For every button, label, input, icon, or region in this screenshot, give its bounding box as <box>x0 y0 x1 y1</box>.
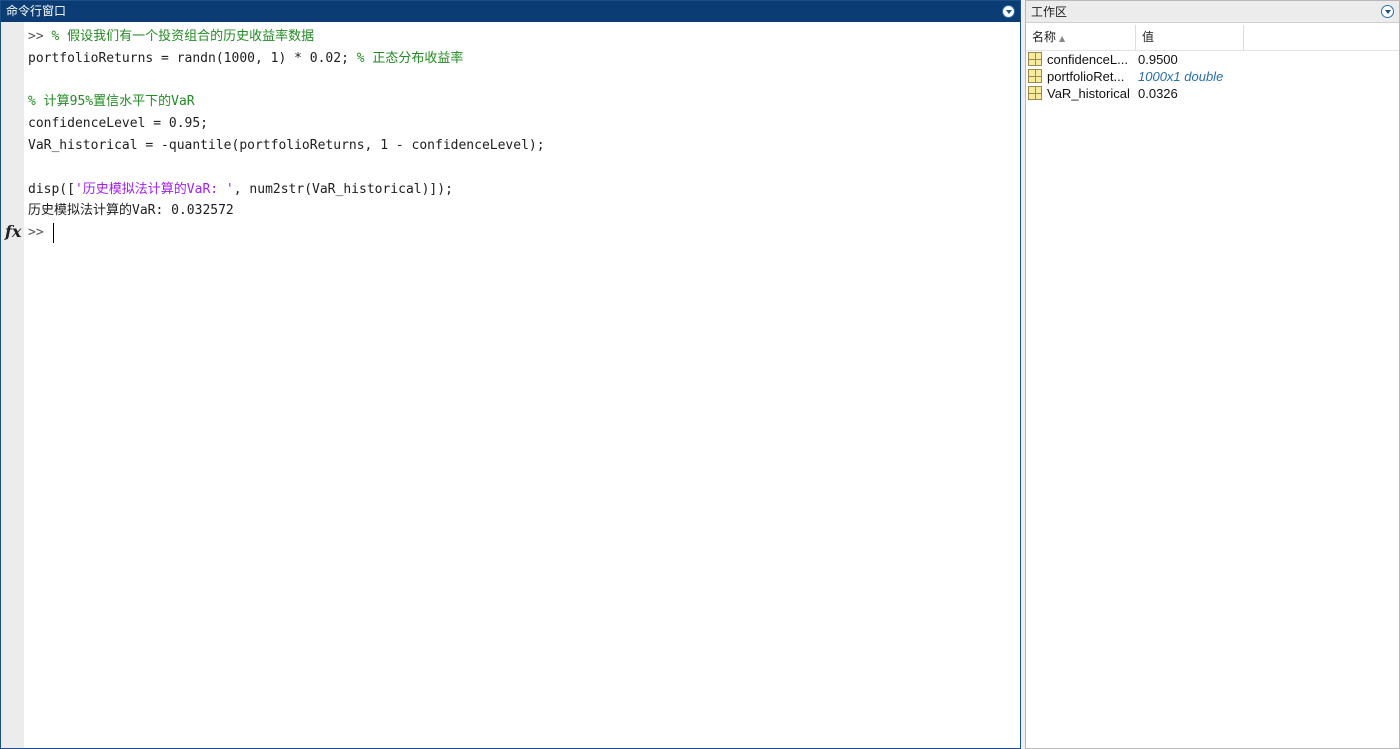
code-text: disp([ <box>28 181 75 197</box>
command-line: VaR_historical = -quantile(portfolioRetu… <box>28 135 1016 157</box>
command-line: >> % 假设我们有一个投资组合的历史收益率数据 <box>28 26 1016 48</box>
workspace-variable-row[interactable]: confidenceL... 0.9500 <box>1026 51 1399 68</box>
workspace-panel[interactable]: 工作区 名称 ▲ 值 confidenceL... 0.9500 portfolioR… <box>1025 0 1400 749</box>
command-line <box>28 157 1016 179</box>
workspace-title: 工作区 <box>1031 5 1068 19</box>
code-text: 历史模拟法计算的VaR: 0.032572 <box>28 203 234 219</box>
variable-value: 0.0326 <box>1138 86 1178 101</box>
matrix-variable-icon <box>1028 52 1042 66</box>
code-text: confidenceLevel = 0.95; <box>28 116 209 132</box>
command-line: portfolioReturns = randn(1000, 1) * 0.02… <box>28 48 1016 70</box>
workspace-variable-row[interactable]: VaR_historical 0.0326 <box>1026 85 1399 102</box>
code-text: VaR_historical = -quantile(portfolioRetu… <box>28 137 545 153</box>
command-window-title: 命令行窗口 <box>6 4 67 18</box>
code-comment: % 正态分布收益率 <box>356 50 464 66</box>
chevron-down-icon[interactable] <box>1381 5 1394 18</box>
column-header-empty <box>1244 25 1399 50</box>
command-line: confidenceLevel = 0.95; <box>28 113 1016 135</box>
code-text: portfolioReturns = randn(1000, 1) * 0.02… <box>28 50 357 66</box>
prompt-symbol: >> <box>28 29 52 44</box>
chevron-down-icon[interactable] <box>1002 5 1015 18</box>
command-window-gutter <box>1 22 24 748</box>
command-line <box>28 70 1016 92</box>
workspace-titlebar: 工作区 <box>1026 1 1399 23</box>
sort-ascending-icon: ▲ <box>1059 34 1066 43</box>
fx-icon[interactable]: fx <box>5 222 21 241</box>
matrix-variable-icon <box>1028 86 1042 100</box>
command-output[interactable]: >> % 假设我们有一个投资组合的历史收益率数据 portfolioReturns… <box>28 26 1016 244</box>
variable-name: VaR_historical <box>1047 86 1130 101</box>
code-comment: % 假设我们有一个投资组合的历史收益率数据 <box>51 29 315 44</box>
variable-name: portfolioRet... <box>1047 69 1125 84</box>
variable-value: 0.9500 <box>1138 52 1178 67</box>
command-window[interactable]: 命令行窗口 fx >> % 假设我们有一个投资组合的历史收益率数据 portfol… <box>0 0 1021 749</box>
column-header-value[interactable]: 值 <box>1136 25 1244 50</box>
text-cursor <box>53 222 55 243</box>
command-line: disp(['历史模拟法计算的VaR: ', num2str(VaR_histo… <box>28 179 1016 201</box>
command-window-titlebar: 命令行窗口 <box>1 1 1020 22</box>
command-input-line[interactable]: >> <box>28 222 1016 244</box>
code-comment: % 计算95%置信水平下的VaR <box>28 94 195 110</box>
workspace-variable-row[interactable]: portfolioRet... 1000x1 double <box>1026 68 1399 85</box>
command-line: 历史模拟法计算的VaR: 0.032572 <box>28 200 1016 222</box>
prompt-symbol: >> <box>28 225 52 241</box>
string-literal: '历史模拟法计算的VaR: ' <box>74 181 234 197</box>
column-header-name[interactable]: 名称 ▲ <box>1026 25 1136 50</box>
matrix-variable-icon <box>1028 69 1042 83</box>
command-line: % 计算95%置信水平下的VaR <box>28 91 1016 113</box>
workspace-table-header: 名称 ▲ 值 <box>1026 25 1399 51</box>
variable-name: confidenceL... <box>1047 52 1128 67</box>
code-text: , num2str(VaR_historical)]); <box>233 181 453 197</box>
variable-value: 1000x1 double <box>1138 69 1224 84</box>
